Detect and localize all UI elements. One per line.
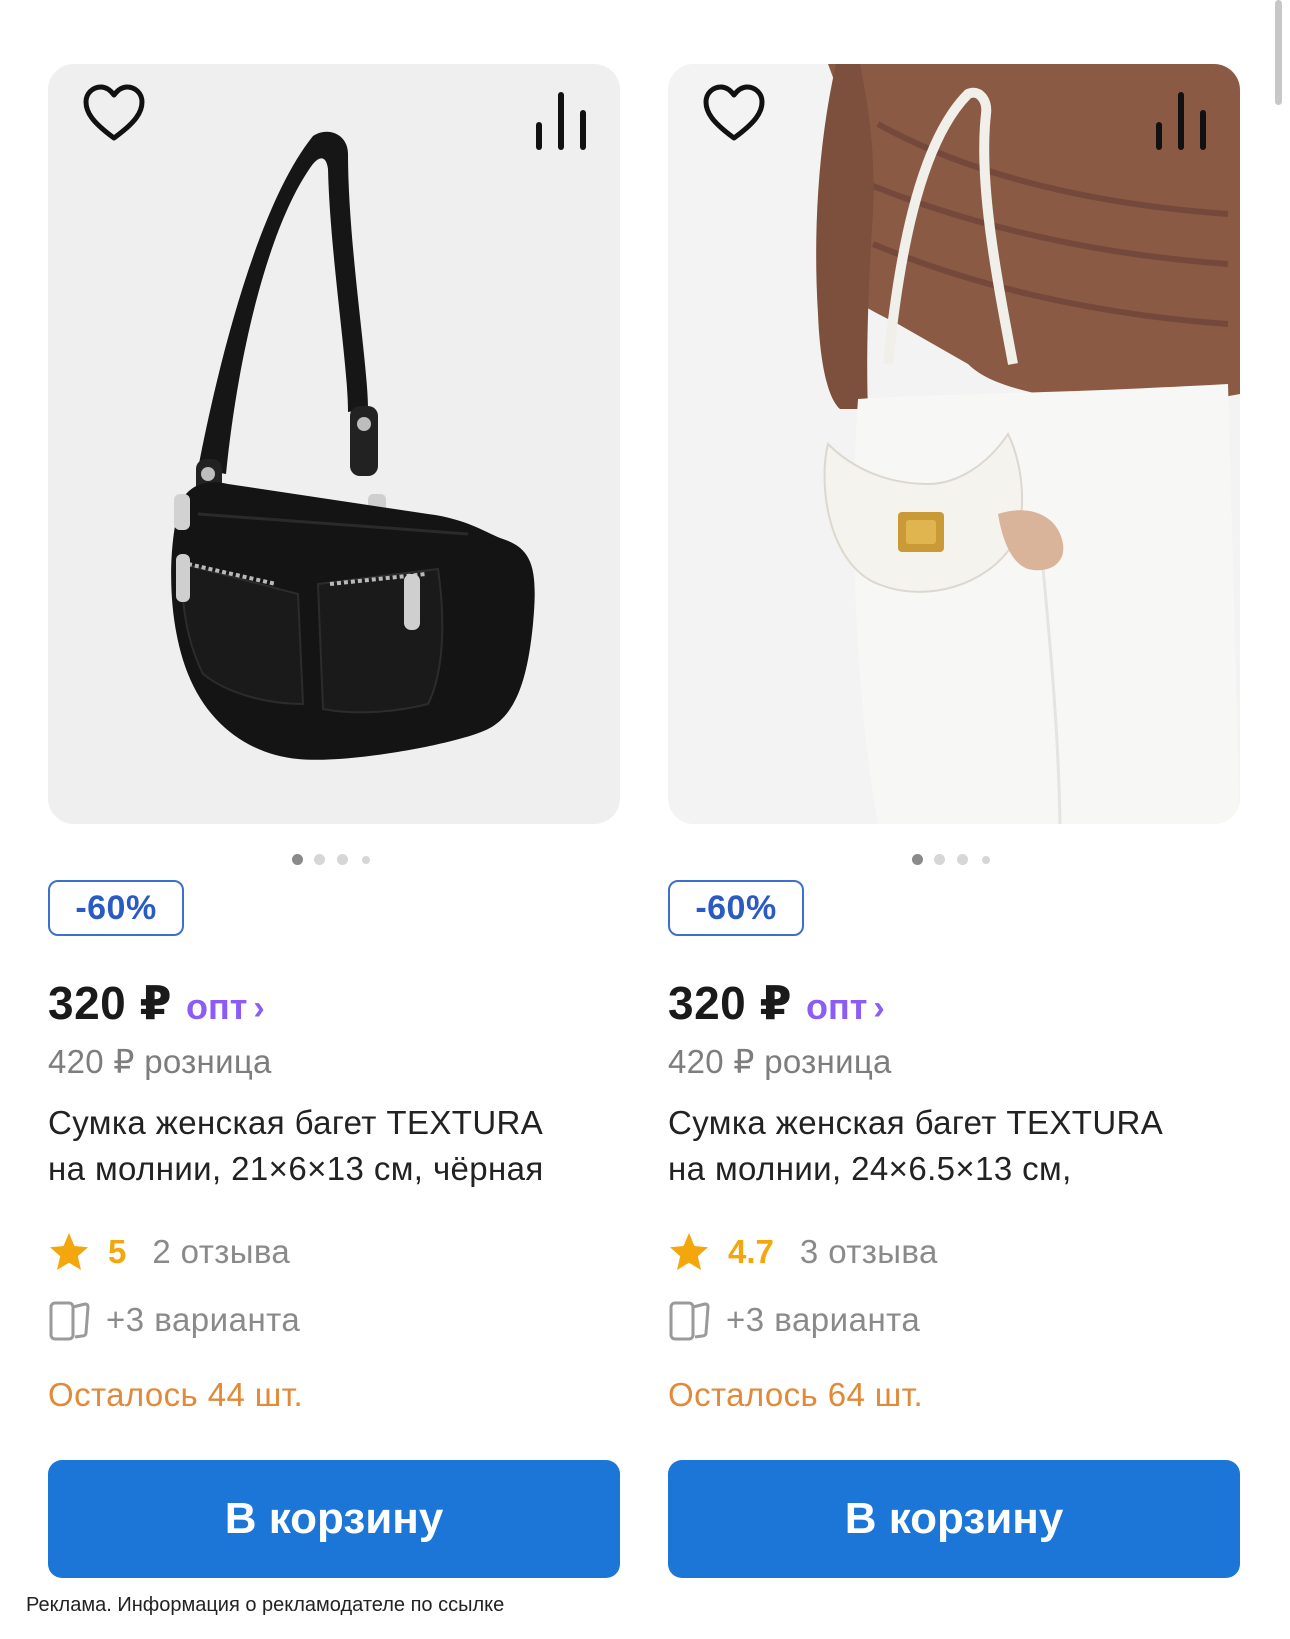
variants-count: +3 варианта	[726, 1301, 921, 1338]
rating-row: 5 2 отзыва	[48, 1228, 290, 1276]
heart-icon[interactable]	[702, 84, 766, 144]
star-icon	[50, 1233, 88, 1270]
retail-price: 420 ₽ розница	[48, 1043, 272, 1080]
variants-cards-icon	[669, 1301, 710, 1341]
pagination-dot	[982, 856, 990, 864]
stock-remaining: Осталось 64 шт.	[668, 1376, 924, 1413]
product-title-line: Сумка женская багет TEXTURA	[668, 1104, 1164, 1141]
product-title-line: на молнии, 24×6.5×13 см,	[668, 1150, 1072, 1187]
product-title-line: Сумка женская багет TEXTURA	[48, 1104, 544, 1141]
compare-bars-icon[interactable]	[1152, 90, 1212, 152]
variants-cards-icon	[49, 1301, 90, 1341]
product-title-line: на молнии, 21×6×13 см, чёрная	[48, 1150, 544, 1187]
discount-badge: -60%	[48, 880, 184, 936]
rating-value: 5	[108, 1233, 127, 1270]
price-row: 320 ₽ опт ›	[48, 976, 265, 1036]
chevron-right-icon[interactable]: ›	[873, 989, 884, 1028]
heart-icon[interactable]	[82, 84, 146, 144]
rating-row: 4.7 3 отзыва	[668, 1228, 938, 1276]
rating-value: 4.7	[728, 1233, 774, 1270]
wholesale-link[interactable]: опт	[806, 986, 867, 1028]
pagination-dot	[934, 854, 945, 865]
pagination-dot	[337, 854, 348, 865]
chevron-right-icon[interactable]: ›	[253, 989, 264, 1028]
variants-link[interactable]: +3 варианта	[48, 1294, 300, 1346]
wholesale-price: 320 ₽	[668, 977, 793, 1029]
add-to-cart-button[interactable]: В корзину	[48, 1460, 620, 1578]
ad-disclaimer-link[interactable]: Реклама. Информация о рекламодателе по с…	[26, 1594, 504, 1617]
compare-bars-icon[interactable]	[532, 90, 592, 152]
image-pagination	[668, 854, 990, 868]
wholesale-price: 320 ₽	[48, 977, 173, 1029]
retail-price: 420 ₽ розница	[668, 1043, 892, 1080]
product-photo-white-bag	[668, 64, 1240, 824]
wholesale-link[interactable]: опт	[186, 986, 247, 1028]
product-image[interactable]	[668, 64, 1240, 824]
pagination-dot	[912, 854, 923, 865]
product-title[interactable]: Сумка женская багет TEXTURA на молнии, 2…	[668, 1100, 1240, 1192]
star-icon	[670, 1233, 708, 1270]
stock-remaining: Осталось 44 шт.	[48, 1376, 304, 1413]
reviews-link[interactable]: 3 отзыва	[800, 1233, 938, 1271]
product-photo-black-bag	[48, 64, 620, 824]
image-pagination	[48, 854, 370, 868]
add-to-cart-button[interactable]: В корзину	[668, 1460, 1240, 1578]
pagination-dot	[292, 854, 303, 865]
pagination-dot	[314, 854, 325, 865]
product-title[interactable]: Сумка женская багет TEXTURA на молнии, 2…	[48, 1100, 620, 1192]
pagination-dot	[957, 854, 968, 865]
discount-badge: -60%	[668, 880, 804, 936]
pagination-dot	[362, 856, 370, 864]
reviews-link[interactable]: 2 отзыва	[152, 1233, 290, 1271]
product-image[interactable]	[48, 64, 620, 824]
variants-count: +3 варианта	[106, 1301, 301, 1338]
variants-link[interactable]: +3 варианта	[668, 1294, 920, 1346]
price-row: 320 ₽ опт ›	[668, 976, 885, 1036]
scrollbar[interactable]	[1275, 0, 1282, 105]
